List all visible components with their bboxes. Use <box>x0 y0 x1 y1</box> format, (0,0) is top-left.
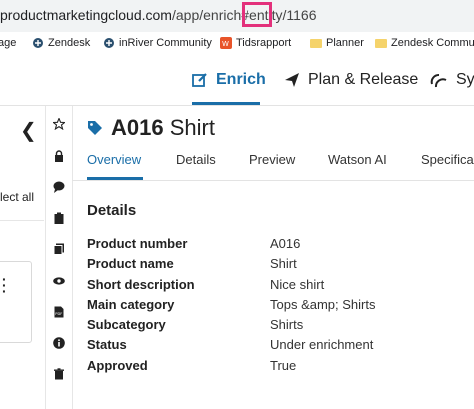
trash-icon[interactable] <box>53 368 65 380</box>
nav-tab-enrich[interactable]: Enrich <box>192 71 266 89</box>
svg-text:W: W <box>222 40 229 48</box>
entity-action-bar: PDF <box>46 106 73 409</box>
field-value: Shirt <box>270 256 297 272</box>
tag-icon <box>88 121 102 135</box>
bookmark-item[interactable]: age <box>0 37 16 49</box>
bookmark-inriver[interactable]: inRiver Community <box>103 37 212 49</box>
field-value: Shirts <box>270 317 304 333</box>
tab-watson-ai[interactable]: Watson AI <box>328 152 387 167</box>
entity-number: A016 <box>111 115 164 140</box>
active-tab-indicator <box>87 177 143 180</box>
bookmark-zendesk-community[interactable]: Zendesk Community <box>375 37 474 49</box>
nav-tab-plan-release[interactable]: Plan & Release <box>284 71 418 89</box>
nav-tab-label: Enrich <box>216 71 266 88</box>
info-icon[interactable] <box>53 337 65 349</box>
active-tab-indicator <box>192 102 260 105</box>
inriver-icon <box>104 38 114 48</box>
field-value: Tops &amp; Shirts <box>270 296 376 312</box>
field-value: True <box>270 357 297 373</box>
nav-tab-label: Plan & Release <box>308 71 419 88</box>
tab-details[interactable]: Details <box>176 152 216 167</box>
clipboard-icon[interactable] <box>53 212 65 224</box>
nav-tab-label: Sy <box>456 71 474 88</box>
entity-title: A016 Shirt <box>111 115 215 141</box>
tab-specification[interactable]: Specifica <box>421 152 474 167</box>
tab-overview[interactable]: Overview <box>87 152 141 167</box>
bookmark-label: inRiver Community <box>119 37 212 49</box>
entity-tabs: Overview Details Preview Watson AI Speci… <box>72 152 474 181</box>
divider <box>0 220 44 221</box>
sync-icon <box>430 74 447 88</box>
chevron-left-icon[interactable]: ❮ <box>20 118 37 143</box>
url-host: productmarketingcloud.com <box>0 7 172 23</box>
app-navigation: Enrich Plan & Release Sy <box>0 57 474 106</box>
bookmark-label: age <box>0 37 17 49</box>
field-value: Nice shirt <box>270 276 325 292</box>
details-section-title: Details <box>87 202 137 219</box>
bookmark-label: Zendesk <box>48 37 91 49</box>
comment-icon[interactable] <box>53 181 65 193</box>
bookmark-tidsrapport[interactable]: W Tidsrapport <box>220 37 291 49</box>
bookmark-label: Planner <box>326 37 364 49</box>
send-icon <box>285 73 299 87</box>
field-label: Product name <box>87 256 174 272</box>
pdf-icon[interactable]: PDF <box>53 306 65 318</box>
copy-icon[interactable] <box>53 243 65 255</box>
field-label: Main category <box>87 296 175 312</box>
folder-icon <box>375 39 387 48</box>
bookmarks-bar: age Zendesk inRiver Community W Tidsrapp… <box>0 32 474 56</box>
field-label: Approved <box>87 357 148 373</box>
field-label: Short description <box>87 276 195 292</box>
lock-icon[interactable] <box>53 150 65 162</box>
edit-icon <box>192 73 207 87</box>
bookmark-zendesk[interactable]: Zendesk <box>32 37 90 49</box>
entity-name: Shirt <box>169 115 215 140</box>
field-value: Under enrichment <box>270 337 374 353</box>
field-value: A016 <box>270 236 301 251</box>
left-panel: ❮ lect all · · · <box>0 106 46 409</box>
field-label: Product number <box>87 236 188 251</box>
field-label: Subcategory <box>87 317 166 333</box>
address-text[interactable]: productmarketingcloud.com/app/enrich#ent… <box>0 2 317 27</box>
star-icon[interactable] <box>53 118 65 130</box>
svg-text:PDF: PDF <box>55 312 62 316</box>
bookmark-label: Tidsrapport <box>236 37 292 49</box>
bookmark-planner[interactable]: Planner <box>310 37 364 49</box>
entity-header: A016 Shirt <box>87 115 215 141</box>
nav-tab-sy[interactable]: Sy <box>430 71 474 89</box>
url-entity-id: 1166 <box>286 7 317 23</box>
browser-url-bar[interactable]: productmarketingcloud.com/app/enrich#ent… <box>0 0 474 32</box>
tidsrapport-icon: W <box>220 37 232 49</box>
highlight-box <box>242 2 272 27</box>
bookmark-label: Zendesk Community <box>391 37 474 49</box>
folder-icon <box>310 39 322 48</box>
select-all-link[interactable]: lect all <box>0 190 34 204</box>
zendesk-icon <box>33 38 43 48</box>
tab-preview[interactable]: Preview <box>249 152 295 167</box>
more-options-icon[interactable]: · · · <box>2 272 7 298</box>
field-label: Status <box>87 337 127 353</box>
eye-icon[interactable] <box>53 275 65 287</box>
